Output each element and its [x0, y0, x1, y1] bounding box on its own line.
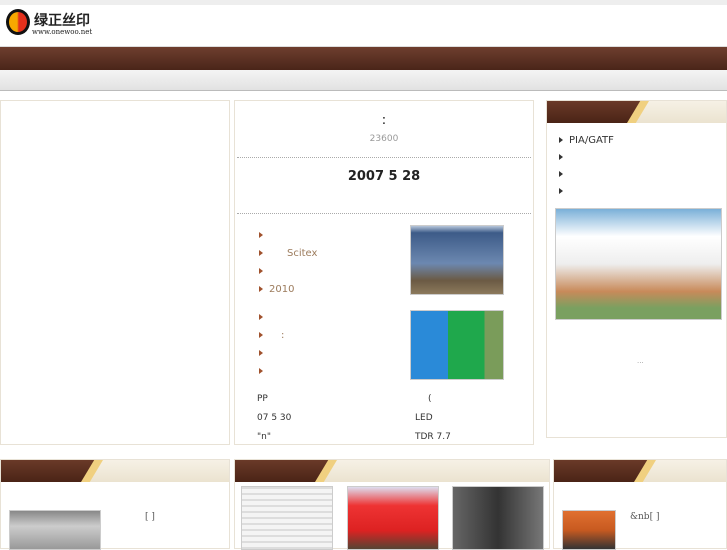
news-link[interactable]: ( [415, 390, 451, 409]
logo-text: 绿正丝印 [34, 13, 90, 29]
solar-panel-image[interactable] [410, 225, 504, 295]
panel-header [1, 460, 229, 482]
bullet-icon [559, 154, 563, 160]
person-image[interactable] [562, 510, 616, 550]
panel-header [547, 101, 726, 123]
bottom-right-panel: &nb[ ] [553, 459, 727, 550]
news-item[interactable] [259, 227, 317, 245]
list-item[interactable] [559, 183, 614, 200]
news-item[interactable]: : [259, 327, 284, 345]
bullet-icon [259, 350, 263, 356]
expo-image[interactable] [347, 486, 439, 550]
date-headline[interactable]: 2007 5 28 [235, 169, 533, 184]
headline[interactable]: : [235, 113, 533, 128]
news-item[interactable]: 2010 [259, 281, 317, 299]
bottom-left-panel: [ ] [0, 459, 230, 550]
bullet-icon [259, 368, 263, 374]
chart-thumbnail-image[interactable] [241, 486, 333, 550]
list-item[interactable] [559, 149, 614, 166]
bullet-icon [259, 250, 263, 256]
billboard-image[interactable] [410, 310, 504, 380]
right-panel: PIA/GATF ... [546, 100, 727, 438]
panel-header [554, 460, 726, 482]
news-item[interactable] [259, 309, 284, 327]
sub-nav-bar [0, 70, 727, 91]
main-nav-bar [0, 46, 727, 70]
bullet-icon [259, 232, 263, 238]
top-strip [0, 0, 727, 5]
news-link[interactable]: TDR 7.7 [415, 428, 451, 447]
logo-icon [6, 9, 30, 35]
news-link[interactable]: 07 5 30 [257, 409, 291, 428]
machine-image[interactable] [9, 510, 101, 550]
item-link[interactable]: &nb[ ] [630, 512, 659, 522]
panel-header [235, 460, 549, 482]
news-link[interactable]: "n" [257, 428, 291, 447]
bottom-center-panel [234, 459, 550, 550]
view-count: 23600 [369, 134, 399, 144]
fashion-image[interactable] [452, 486, 544, 550]
news-link[interactable]: LED [415, 409, 451, 428]
bullet-icon [559, 171, 563, 177]
news-item[interactable]: Scitex [259, 245, 317, 263]
more-link[interactable]: ... [637, 357, 644, 365]
bullet-icon [559, 188, 563, 194]
list-item[interactable] [559, 166, 614, 183]
news-item[interactable] [259, 345, 284, 363]
news-link[interactable]: PP [257, 390, 291, 409]
news-item[interactable] [259, 363, 284, 381]
item-link[interactable]: [ ] [145, 512, 155, 522]
cartoon-image[interactable] [555, 208, 722, 320]
bullet-icon [259, 332, 263, 338]
logo[interactable]: 绿正丝印 www.onewoo.net [6, 9, 106, 39]
bullet-icon [259, 314, 263, 320]
divider [237, 213, 531, 214]
news-item[interactable] [259, 263, 317, 281]
left-panel [0, 100, 230, 445]
bullet-icon [559, 137, 563, 143]
bullet-icon [259, 268, 263, 274]
logo-url: www.onewoo.net [32, 28, 93, 36]
center-panel: : 23600 2007 5 28 Scitex 2010 : PP 07 5 … [234, 100, 534, 445]
bullet-icon [259, 286, 263, 292]
divider [237, 157, 531, 158]
list-item[interactable]: PIA/GATF [559, 132, 614, 149]
